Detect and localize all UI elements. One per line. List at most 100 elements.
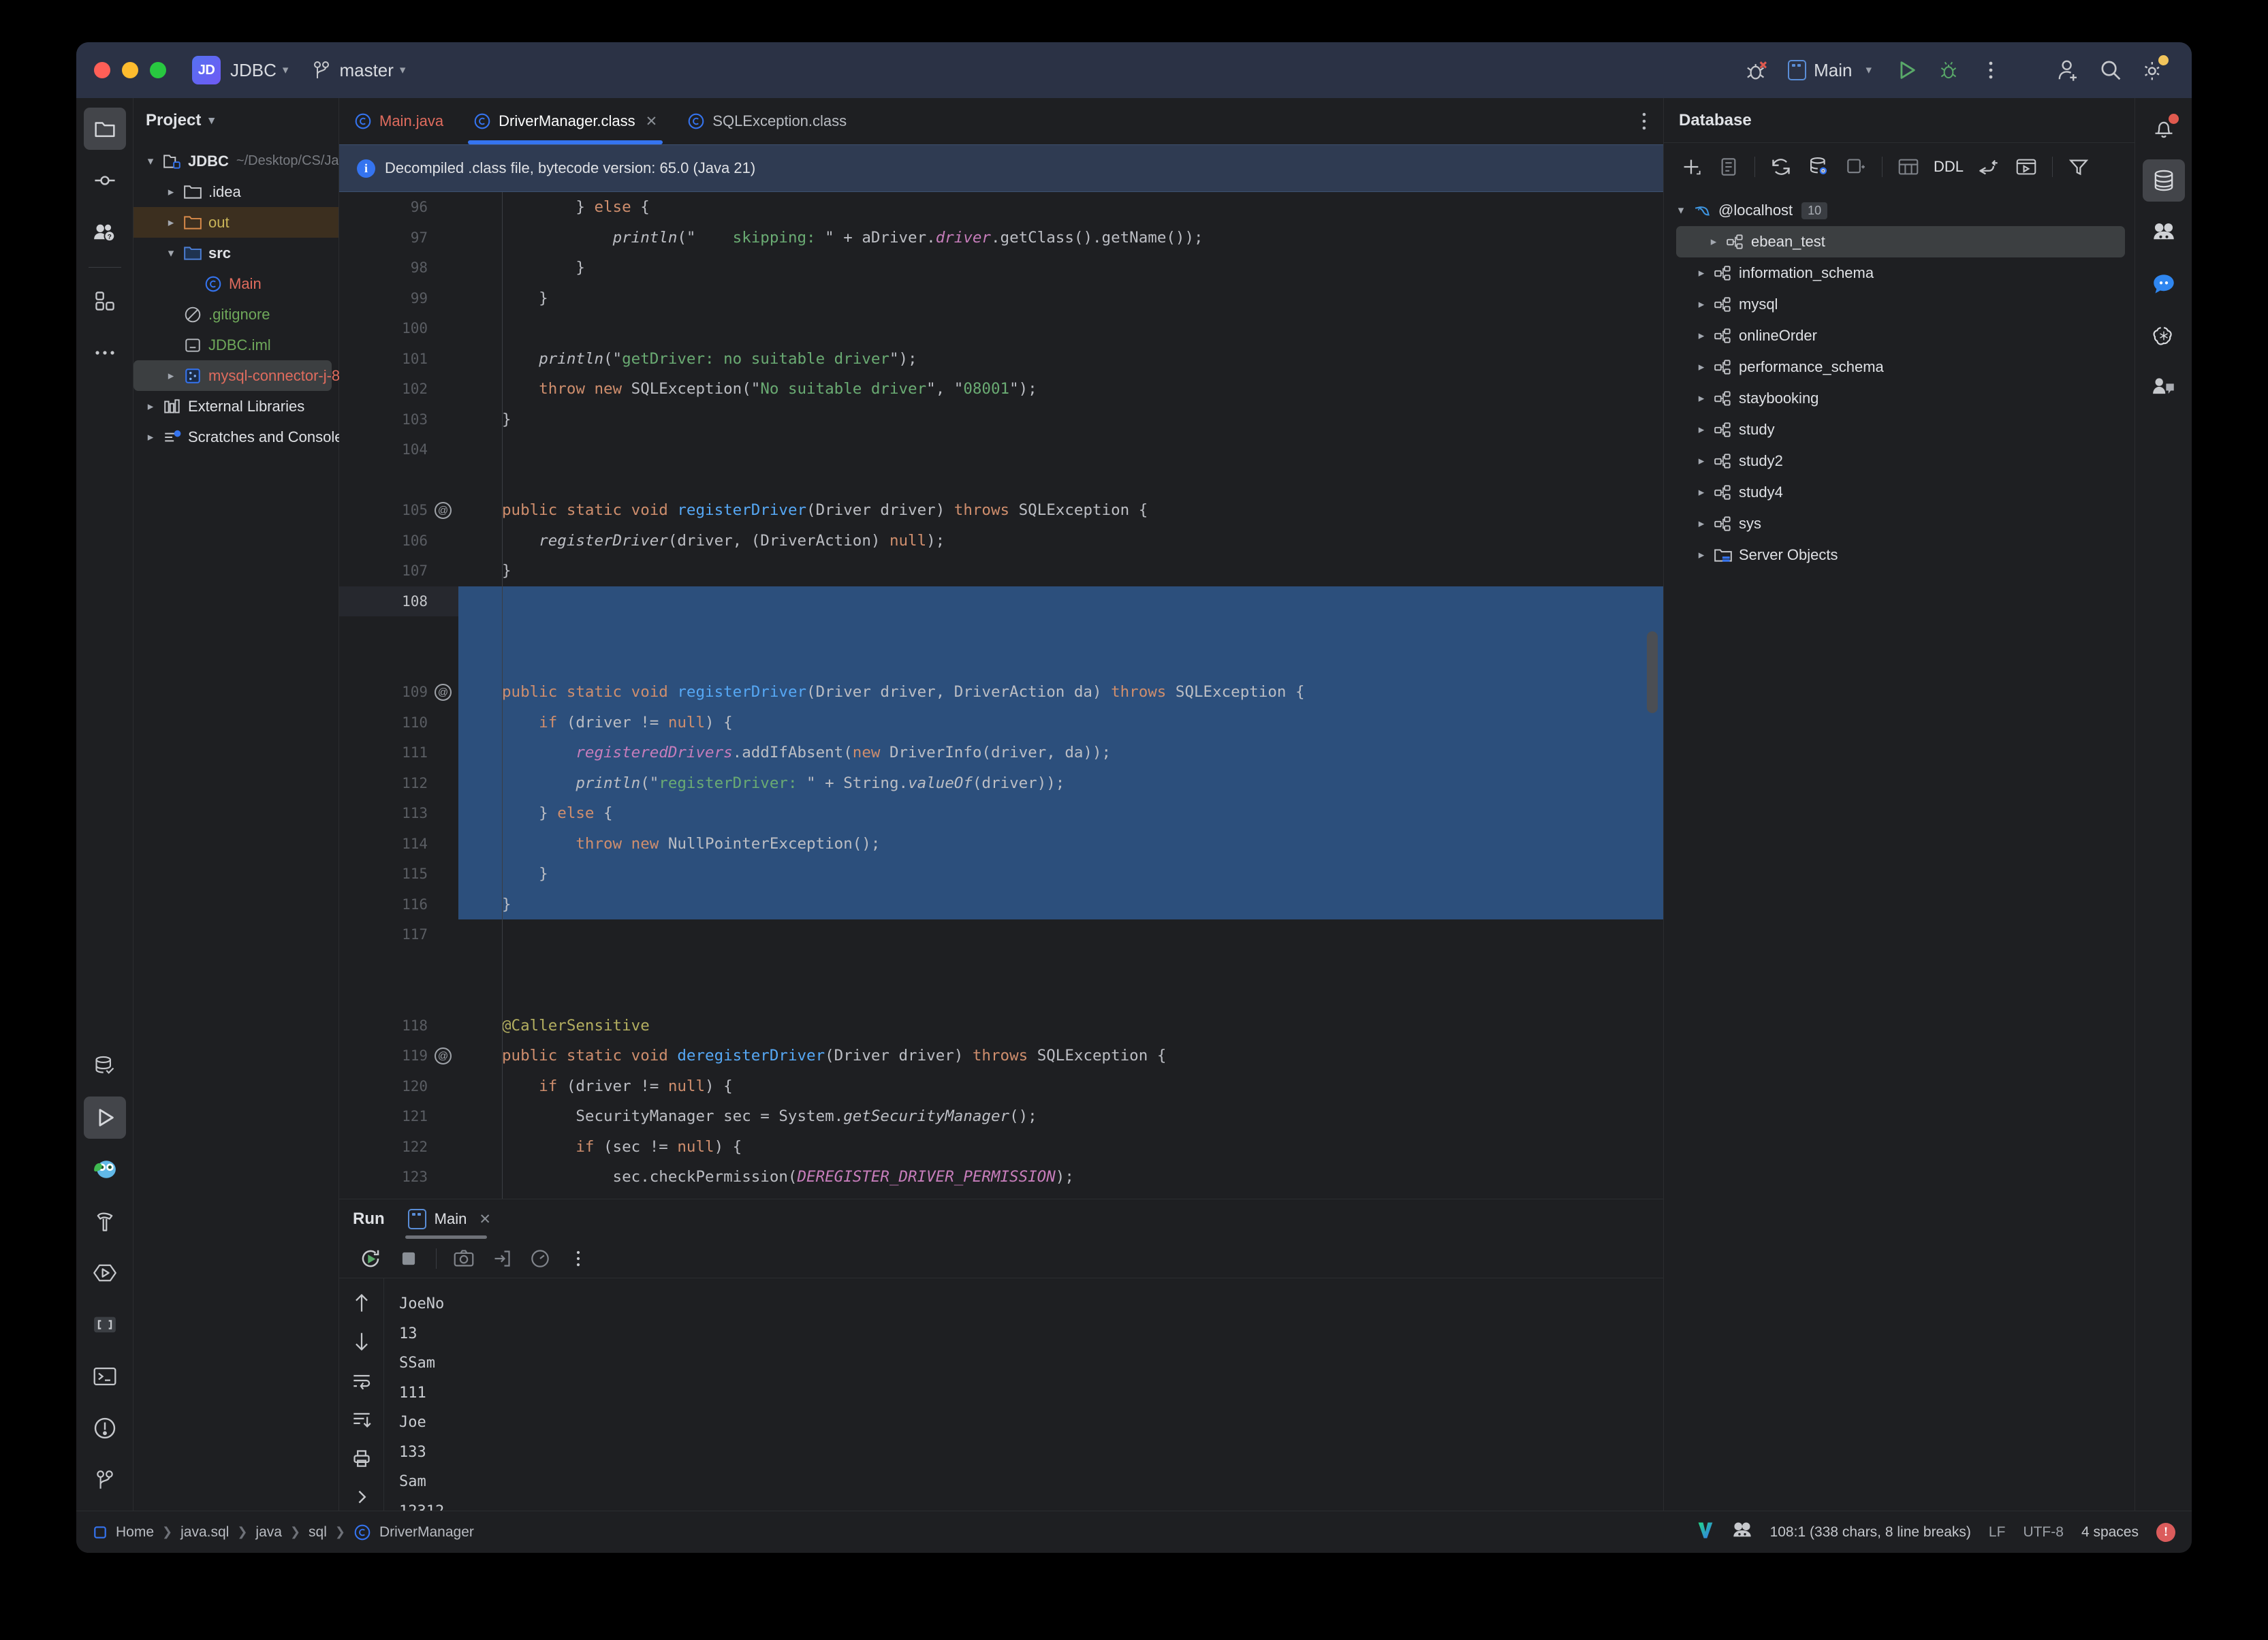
line-gutter[interactable]: 101 bbox=[339, 344, 458, 375]
fold-column[interactable] bbox=[458, 344, 499, 375]
chevron-right-icon[interactable]: ▸ bbox=[1691, 454, 1712, 468]
fold-column[interactable] bbox=[458, 1101, 499, 1132]
database-tree-item[interactable]: ▸ebean_test bbox=[1676, 226, 2125, 257]
line-gutter[interactable]: 96 bbox=[339, 192, 458, 223]
sidebar-item-project[interactable] bbox=[84, 108, 126, 150]
fold-column[interactable] bbox=[458, 192, 499, 223]
v-logo-icon[interactable] bbox=[1697, 1520, 1714, 1545]
code-line[interactable]: 114 throw new NullPointerException(); bbox=[339, 829, 1663, 860]
stop-debug-icon[interactable] bbox=[1736, 49, 1778, 91]
sidebar-item-run[interactable] bbox=[84, 1097, 126, 1139]
breadcrumb-item[interactable]: Home bbox=[116, 1524, 154, 1541]
breadcrumb-item[interactable]: sql bbox=[309, 1524, 327, 1541]
run-icon[interactable] bbox=[1885, 49, 1927, 91]
line-separator[interactable]: LF bbox=[1989, 1524, 2006, 1541]
project-tree-item[interactable]: ▸Main bbox=[133, 268, 338, 299]
code-line[interactable]: 119@public static void deregisterDriver(… bbox=[339, 1041, 1663, 1071]
line-gutter[interactable]: 107 bbox=[339, 556, 458, 586]
fold-column[interactable] bbox=[458, 768, 499, 799]
code-line[interactable]: 112 println("registerDriver: " + String.… bbox=[339, 768, 1663, 799]
run-tab-main[interactable]: Main ✕ bbox=[405, 1199, 497, 1239]
arrow-up-icon[interactable] bbox=[347, 1289, 376, 1316]
sidebar-item-version-control[interactable] bbox=[84, 1459, 126, 1501]
database-tree-item[interactable]: ▸study bbox=[1664, 414, 2135, 445]
sidebar-item-problems[interactable] bbox=[84, 1407, 126, 1449]
chevron-right-icon[interactable] bbox=[347, 1484, 376, 1511]
close-tab-icon[interactable]: ✕ bbox=[646, 113, 658, 130]
code-line[interactable]: 106 registerDriver(driver, (DriverAction… bbox=[339, 526, 1663, 556]
fold-column[interactable] bbox=[458, 1132, 499, 1163]
refresh-icon[interactable] bbox=[1763, 149, 1799, 185]
editor-scrollbar[interactable] bbox=[1647, 631, 1658, 713]
breadcrumb-item[interactable]: java bbox=[255, 1524, 282, 1541]
code-line[interactable]: 102 throw new SQLException("No suitable … bbox=[339, 374, 1663, 405]
add-user-icon[interactable] bbox=[2047, 49, 2090, 91]
table-icon[interactable] bbox=[1891, 149, 1926, 185]
code-line[interactable]: 98 } bbox=[339, 253, 1663, 283]
code-line[interactable] bbox=[339, 980, 1663, 1011]
fold-column[interactable] bbox=[458, 253, 499, 283]
file-encoding[interactable]: UTF-8 bbox=[2023, 1524, 2064, 1541]
database-tree-item[interactable]: ▸study2 bbox=[1664, 445, 2135, 477]
chevron-right-icon[interactable]: ▸ bbox=[161, 185, 181, 199]
line-gutter[interactable]: 97 bbox=[339, 223, 458, 253]
stop-icon[interactable] bbox=[391, 1241, 426, 1276]
search-icon[interactable] bbox=[2090, 49, 2132, 91]
gear-icon[interactable] bbox=[2132, 49, 2174, 91]
code-line[interactable]: 101 println("getDriver: no suitable driv… bbox=[339, 344, 1663, 375]
export-icon[interactable] bbox=[484, 1241, 520, 1276]
editor-tabs-more-icon[interactable] bbox=[1625, 98, 1663, 144]
line-gutter[interactable]: 98 bbox=[339, 253, 458, 283]
code-line[interactable]: 107} bbox=[339, 556, 1663, 586]
code-line[interactable]: 116} bbox=[339, 889, 1663, 920]
code-line[interactable]: 124 } bbox=[339, 1193, 1663, 1199]
error-icon[interactable]: ! bbox=[2156, 1523, 2175, 1542]
code-line[interactable]: 120 if (driver != null) { bbox=[339, 1071, 1663, 1102]
override-marker-icon[interactable]: @ bbox=[435, 1047, 452, 1065]
chevron-right-icon[interactable]: ▸ bbox=[1691, 360, 1712, 374]
line-gutter[interactable]: 108 bbox=[339, 586, 458, 617]
sidebar-item-more[interactable] bbox=[84, 332, 126, 374]
chevron-right-icon[interactable]: ▸ bbox=[1703, 235, 1724, 249]
database-gear-icon[interactable] bbox=[1801, 149, 1836, 185]
line-gutter[interactable]: 105@ bbox=[339, 495, 458, 526]
override-marker-icon[interactable]: @ bbox=[435, 684, 452, 701]
code-editor[interactable]: 96 } else {97 println(" skipping: " + aD… bbox=[339, 192, 1663, 1199]
fold-column[interactable] bbox=[458, 495, 499, 526]
chevron-right-icon[interactable]: ▸ bbox=[1691, 548, 1712, 562]
chevron-right-icon[interactable]: ▸ bbox=[140, 430, 161, 444]
code-line[interactable]: 110 if (driver != null) { bbox=[339, 708, 1663, 738]
chevron-right-icon[interactable]: ▸ bbox=[140, 400, 161, 413]
project-tree-item[interactable]: ▾src bbox=[133, 238, 338, 268]
breadcrumb-item[interactable]: DriverManager bbox=[379, 1524, 474, 1541]
line-gutter[interactable]: 104 bbox=[339, 435, 458, 465]
caret-position[interactable]: 108:1 (338 chars, 8 line breaks) bbox=[1770, 1524, 1971, 1541]
code-line[interactable]: 113 } else { bbox=[339, 798, 1663, 829]
chevron-right-icon[interactable]: ▸ bbox=[1691, 486, 1712, 499]
override-marker-icon[interactable]: @ bbox=[435, 502, 452, 519]
chevron-right-icon[interactable]: ▸ bbox=[1691, 392, 1712, 405]
sidebar-item-endpoints[interactable] bbox=[84, 1304, 126, 1346]
sidebar-item-plugins[interactable] bbox=[84, 280, 126, 322]
line-gutter[interactable]: 115 bbox=[339, 859, 458, 889]
sidebar-item-ai-assistant[interactable] bbox=[84, 1148, 126, 1190]
fold-column[interactable] bbox=[458, 223, 499, 253]
rerun-icon[interactable] bbox=[353, 1241, 388, 1276]
maximize-window-button[interactable] bbox=[150, 62, 166, 78]
code-line[interactable] bbox=[339, 616, 1663, 647]
line-gutter[interactable]: 113 bbox=[339, 798, 458, 829]
more-vertical-icon[interactable] bbox=[1970, 49, 2012, 91]
fold-column[interactable] bbox=[458, 859, 499, 889]
database-tree-item[interactable]: ▸Server Objects bbox=[1664, 539, 2135, 571]
code-line[interactable]: 115 } bbox=[339, 859, 1663, 889]
line-gutter[interactable]: 102 bbox=[339, 374, 458, 405]
editor-tab[interactable]: SQLException.class bbox=[672, 98, 862, 144]
line-gutter[interactable]: 117 bbox=[339, 919, 458, 950]
arrow-down-icon[interactable] bbox=[347, 1328, 376, 1355]
project-tree-item[interactable]: ▸JDBC.iml bbox=[133, 330, 338, 360]
code-line[interactable]: 123 sec.checkPermission(DEREGISTER_DRIVE… bbox=[339, 1162, 1663, 1193]
close-icon[interactable]: ✕ bbox=[479, 1211, 491, 1228]
sidebar-item-openai[interactable] bbox=[2143, 315, 2185, 357]
editor-tab[interactable]: DriverManager.class✕ bbox=[458, 98, 672, 144]
chevron-right-icon[interactable]: ▸ bbox=[1691, 423, 1712, 437]
